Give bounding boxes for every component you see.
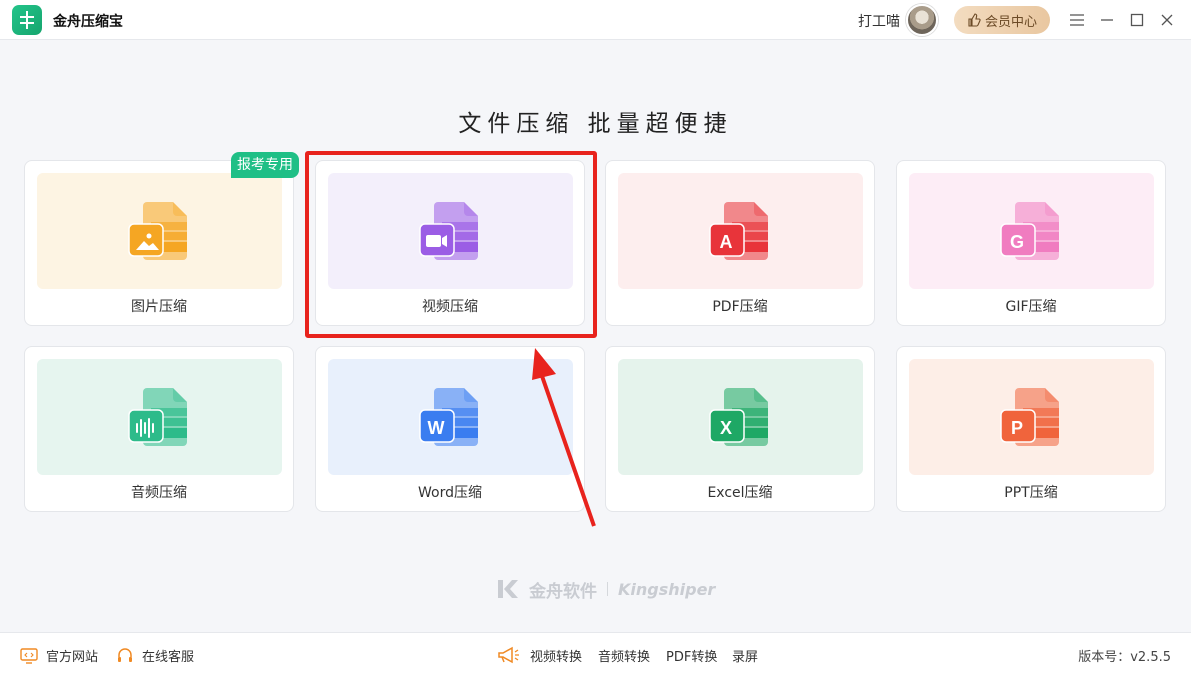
footer-bar: 官方网站 在线客服 视频转换 音频转换 PDF转换 录屏 版本号：v2.5.5 bbox=[0, 632, 1191, 674]
avatar[interactable] bbox=[906, 4, 938, 36]
brand-name-en: Kingshiper bbox=[618, 579, 716, 599]
compress-card[interactable]: P PPT压缩 bbox=[896, 346, 1166, 512]
menu-icon[interactable] bbox=[1065, 8, 1089, 32]
card-label: Excel压缩 bbox=[707, 485, 773, 501]
thumbs-up-icon bbox=[968, 13, 981, 27]
compress-card[interactable]: A PDF压缩 bbox=[605, 160, 875, 326]
compress-card[interactable]: 图片压缩 bbox=[24, 160, 294, 326]
audio-file-icon bbox=[127, 388, 187, 446]
word-file-icon: W bbox=[418, 388, 478, 446]
card-illustration: G bbox=[909, 173, 1154, 289]
page-headline: 文件压缩 批量超便捷 bbox=[458, 111, 733, 137]
svg-text:A: A bbox=[719, 232, 732, 252]
card-illustration: A bbox=[618, 173, 863, 289]
monitor-icon bbox=[20, 647, 38, 664]
card-label: 图片压缩 bbox=[131, 299, 187, 315]
compress-card[interactable]: 视频压缩 bbox=[315, 160, 585, 326]
kingshiper-logo-icon bbox=[498, 580, 518, 598]
image-file-icon bbox=[127, 202, 187, 260]
card-illustration bbox=[37, 173, 282, 289]
title-bar: 金舟压缩宝 打工喵 会员中心 bbox=[0, 0, 1191, 40]
footer-link-screen-record[interactable]: 录屏 bbox=[732, 646, 758, 665]
app-name: 金舟压缩宝 bbox=[53, 14, 123, 30]
card-illustration: X bbox=[618, 359, 863, 475]
gif-file-icon: G bbox=[999, 202, 1059, 260]
official-site-label: 官方网站 bbox=[46, 650, 99, 665]
headset-icon bbox=[118, 647, 132, 662]
minimize-icon[interactable] bbox=[1095, 8, 1119, 32]
card-label: 音频压缩 bbox=[131, 485, 187, 501]
footer-link-video-convert[interactable]: 视频转换 bbox=[530, 646, 582, 665]
footer-link-audio-convert[interactable]: 音频转换 bbox=[598, 646, 650, 665]
svg-text:P: P bbox=[1010, 418, 1022, 438]
card-illustration bbox=[37, 359, 282, 475]
svg-text:W: W bbox=[427, 418, 444, 438]
ppt-file-icon: P bbox=[999, 388, 1059, 446]
official-site-link[interactable]: 官方网站 bbox=[20, 646, 98, 665]
brand-separator bbox=[607, 582, 608, 596]
online-service-label: 在线客服 bbox=[142, 650, 195, 665]
svg-text:X: X bbox=[719, 418, 731, 438]
online-service-link[interactable]: 在线客服 bbox=[116, 646, 194, 665]
app-logo-icon bbox=[12, 5, 42, 35]
brand-name-cn: 金舟软件 bbox=[529, 581, 597, 602]
card-label: PPT压缩 bbox=[1004, 485, 1058, 501]
exam-badge: 报考专用 bbox=[231, 152, 299, 178]
card-label: GIF压缩 bbox=[1005, 299, 1057, 315]
vip-center-label: 会员中心 bbox=[984, 14, 1037, 30]
username[interactable]: 打工喵 bbox=[858, 11, 900, 31]
version-label: 版本号：v2.5.5 bbox=[1078, 650, 1171, 665]
card-illustration bbox=[328, 173, 573, 289]
close-icon[interactable] bbox=[1155, 8, 1179, 32]
svg-text:G: G bbox=[1009, 232, 1023, 252]
megaphone-icon bbox=[497, 646, 521, 664]
video-file-icon bbox=[418, 202, 478, 260]
excel-file-icon: X bbox=[708, 388, 768, 446]
compress-card[interactable]: 音频压缩 bbox=[24, 346, 294, 512]
card-label: 视频压缩 bbox=[422, 299, 478, 315]
card-illustration: P bbox=[909, 359, 1154, 475]
vip-center-button[interactable]: 会员中心 bbox=[954, 6, 1050, 34]
footer-link-pdf-convert[interactable]: PDF转换 bbox=[666, 646, 717, 665]
red-arrow-annotation bbox=[532, 348, 596, 527]
pdf-file-icon: A bbox=[708, 202, 768, 260]
maximize-icon[interactable] bbox=[1125, 8, 1149, 32]
compress-card[interactable]: G GIF压缩 bbox=[896, 160, 1166, 326]
brand-watermark: 金舟软件 Kingshiper bbox=[497, 577, 716, 602]
card-label: PDF压缩 bbox=[712, 299, 768, 315]
compress-card[interactable]: X Excel压缩 bbox=[605, 346, 875, 512]
